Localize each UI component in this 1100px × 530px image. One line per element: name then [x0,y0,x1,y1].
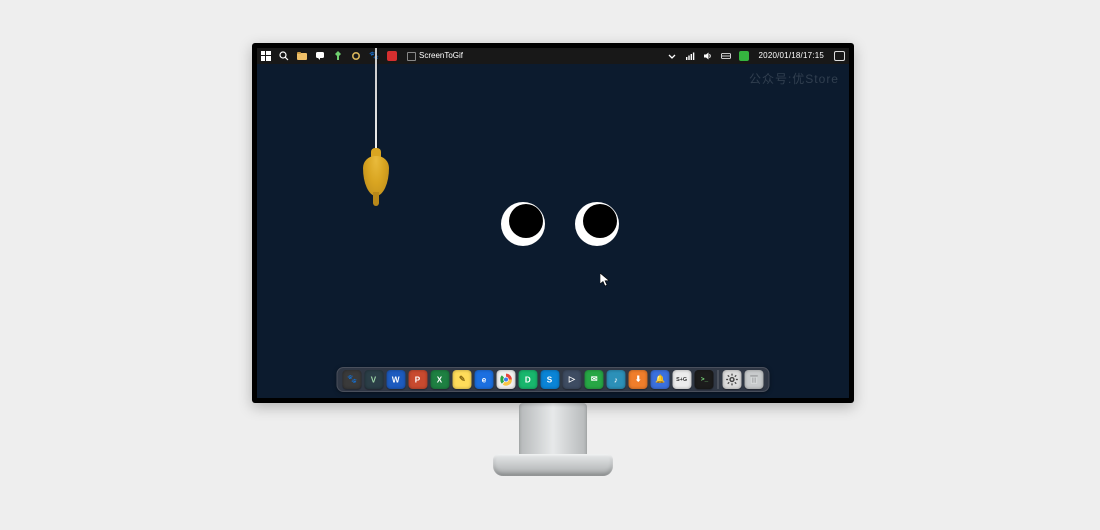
chat-button[interactable] [313,48,327,64]
dock-label: S [547,375,552,384]
search-icon [279,51,289,61]
pin-button[interactable] [331,48,345,64]
tray-overflow-button[interactable] [665,48,679,64]
pencil-icon[interactable]: ✎ [453,370,472,389]
green-app-icon [739,51,749,61]
monitor-frame: 🐾 ScreenToGif [252,43,854,403]
running-app-button[interactable]: ScreenToGif [403,48,467,64]
vim-icon[interactable]: V [365,370,384,389]
dock-label: ▷ [569,375,575,385]
dock-label: ♪ [614,375,618,384]
finder-paw-icon[interactable]: 🐾 [343,370,362,389]
powerpoint-icon[interactable]: P [409,370,428,389]
red-app-icon [387,51,397,61]
dock-label: >_ [700,376,707,382]
green-tray-button[interactable] [737,48,751,64]
clock-text: 2020/01/18/17:15 [759,48,824,64]
chevron-up-icon [667,51,677,61]
chrome-icon[interactable] [497,370,516,389]
green-d-icon[interactable]: D [519,370,538,389]
dock-label: X [437,375,442,384]
snip-tool-icon[interactable]: S+G [673,370,692,389]
start-button[interactable] [259,48,273,64]
dock-label: V [371,375,376,384]
dock-label: ⬇ [635,375,642,385]
terminal-icon[interactable]: >_ [695,370,714,389]
dock-label: ✎ [459,375,466,385]
dock-label: e [482,375,487,384]
taskbar-right: 2020/01/18/17:15 [665,48,847,64]
mouse-cursor-icon [600,273,610,287]
word-icon[interactable]: W [387,370,406,389]
ring-icon [351,51,361,61]
edge-icon[interactable]: e [475,370,494,389]
notifications-icon [834,51,845,61]
start-icon [261,51,271,61]
todo-bell-icon[interactable]: 🔔 [651,370,670,389]
running-app-label: ScreenToGif [419,48,463,64]
wechat-icon[interactable]: ✉ [585,370,604,389]
file-explorer-icon [297,51,307,61]
keyboard-icon [721,51,731,61]
trash-icon[interactable] [745,370,764,389]
dock-label: W [392,375,400,384]
dock-label: 🔔 [655,375,665,385]
paw-button[interactable]: 🐾 [367,48,381,64]
dock-separator [718,370,719,389]
video-icon[interactable]: ▷ [563,370,582,389]
watermark-text: 公众号:优Store [749,70,839,87]
dock-label: P [415,375,420,384]
wifi-icon [685,51,695,61]
wallpaper-eye-left [501,202,545,246]
excel-icon[interactable]: X [431,370,450,389]
red-app-button[interactable] [385,48,399,64]
pull-cord[interactable] [375,48,377,156]
ime-button[interactable] [719,48,733,64]
screentogif-icon [407,52,416,61]
monitor-stand-base [493,454,613,476]
search-button[interactable] [277,48,291,64]
pull-cord-tassel[interactable] [357,148,395,206]
pupil-icon [583,204,617,238]
dock-label: 🐾 [347,375,357,385]
dock-label: ✉ [591,375,598,385]
dock-label: D [525,375,531,384]
clock-button[interactable]: 2020/01/18/17:15 [755,48,828,64]
music-net-icon[interactable]: ♪ [607,370,626,389]
paw-icon: 🐾 [369,51,379,61]
dock-label: S+G [677,377,688,382]
ring-button[interactable] [349,48,363,64]
wifi-button[interactable] [683,48,697,64]
pin-icon [333,51,343,61]
taskbar-left: 🐾 ScreenToGif [259,48,467,64]
pupil-icon [509,204,543,238]
volume-button[interactable] [701,48,715,64]
wallpaper-eye-right [575,202,619,246]
skype-icon[interactable]: S [541,370,560,389]
notifications-button[interactable] [832,48,847,64]
chat-icon [315,51,325,61]
dock[interactable]: 🐾 V W P X ✎ e D S ▷ ✉ ♪ ⬇ 🔔 S+G >_ [337,367,770,392]
file-explorer-button[interactable] [295,48,309,64]
download-icon[interactable]: ⬇ [629,370,648,389]
settings-icon[interactable] [723,370,742,389]
taskbar[interactable]: 🐾 ScreenToGif [257,48,849,64]
desktop-screen[interactable]: 🐾 ScreenToGif [257,48,849,398]
volume-icon [703,51,713,61]
